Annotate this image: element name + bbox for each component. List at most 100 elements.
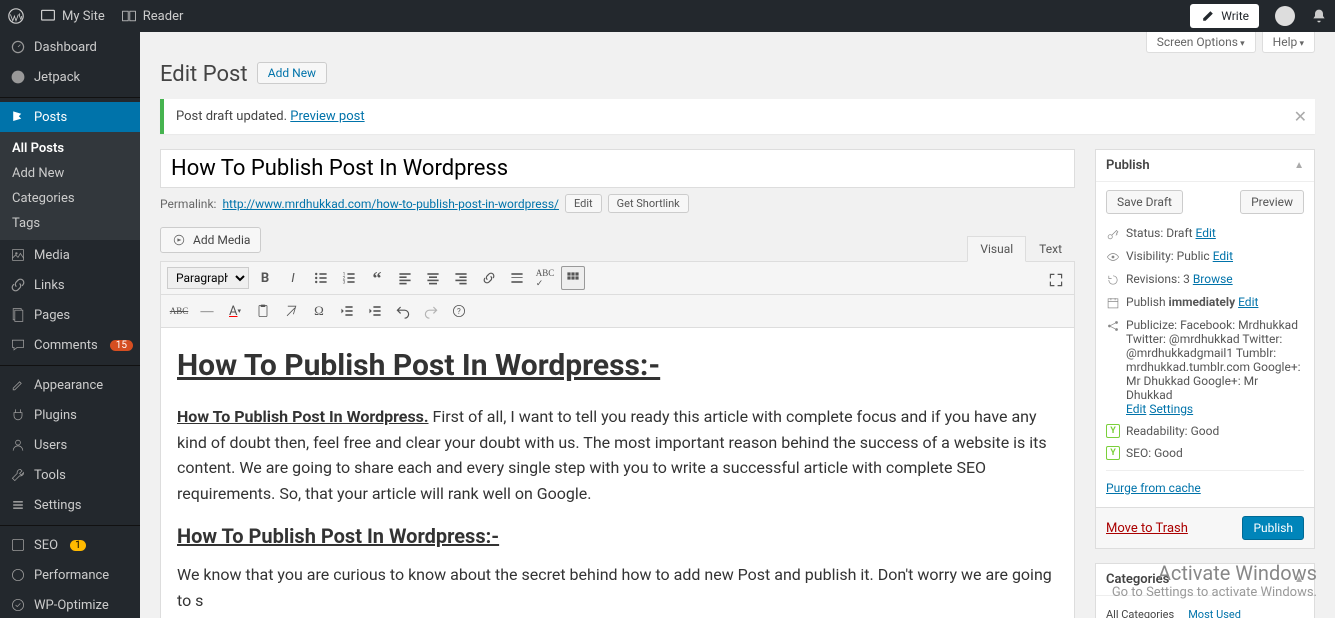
read-more-button[interactable] (505, 266, 529, 290)
content-h2: How To Publish Post In Wordpress:- (177, 520, 1058, 552)
notice-draft-updated: Post draft updated. Preview post ✕ (160, 99, 1315, 134)
write-button[interactable]: Write (1190, 4, 1259, 28)
yoast-readability-icon: Y (1106, 424, 1120, 438)
permalink-url[interactable]: http://www.mrdhukkad.com/how-to-publish-… (222, 197, 559, 211)
my-site-link[interactable]: My Site (40, 8, 105, 24)
sidebar-item-users[interactable]: Users (0, 430, 140, 460)
editor-content[interactable]: How To Publish Post In Wordpress:- How T… (161, 328, 1074, 618)
get-shortlink-button[interactable]: Get Shortlink (608, 194, 689, 213)
yoast-seo-icon: Y (1106, 446, 1120, 460)
sub-tags[interactable]: Tags (0, 211, 140, 236)
sidebar-item-dashboard[interactable]: Dashboard (0, 32, 140, 62)
wp-logo[interactable] (8, 8, 24, 24)
sidebar-item-settings[interactable]: Settings (0, 490, 140, 520)
my-site-label: My Site (62, 9, 105, 24)
svg-text:?: ? (457, 307, 461, 316)
redo-button[interactable] (419, 299, 443, 323)
comments-badge: 15 (110, 340, 133, 351)
notifications-icon[interactable] (1311, 8, 1327, 24)
sub-categories[interactable]: Categories (0, 186, 140, 211)
edit-status-link[interactable]: Edit (1196, 226, 1216, 240)
reader-label: Reader (143, 9, 184, 24)
paste-text-button[interactable] (251, 299, 275, 323)
sidebar-item-seo[interactable]: SEO1 (0, 530, 140, 560)
cat-tab-most-used[interactable]: Most Used (1188, 608, 1241, 618)
edit-publish-link[interactable]: Edit (1238, 295, 1258, 309)
sidebar-item-comments[interactable]: Comments15 (0, 330, 140, 360)
strikethrough-button[interactable]: ABC (167, 299, 191, 323)
dismiss-notice-icon[interactable]: ✕ (1294, 107, 1307, 126)
bullet-list-button[interactable] (309, 266, 333, 290)
publicize-settings-link[interactable]: Settings (1149, 402, 1193, 416)
add-new-button[interactable]: Add New (257, 62, 327, 84)
italic-button[interactable]: I (281, 266, 305, 290)
sidebar-item-wp-optimize[interactable]: WP-Optimize (0, 590, 140, 618)
publish-box: Publish▲ Save Draft Preview Status: Draf… (1095, 149, 1315, 549)
publish-box-header[interactable]: Publish▲ (1096, 150, 1314, 182)
blockquote-button[interactable]: “ (365, 266, 389, 290)
reader-link[interactable]: Reader (121, 8, 184, 24)
edit-permalink-button[interactable]: Edit (565, 194, 602, 213)
permalink-label: Permalink: (160, 197, 216, 211)
fullscreen-icon[interactable] (1044, 268, 1068, 292)
sidebar-item-appearance[interactable]: Appearance (0, 370, 140, 400)
svg-text:3: 3 (343, 280, 346, 286)
posts-submenu: All Posts Add New Categories Tags (0, 132, 140, 240)
help-button[interactable]: ? (447, 299, 471, 323)
sidebar-item-tools[interactable]: Tools (0, 460, 140, 490)
sidebar-item-media[interactable]: Media (0, 240, 140, 270)
screen-options-tab[interactable]: Screen Options (1146, 32, 1256, 53)
outdent-button[interactable] (335, 299, 359, 323)
sidebar-item-plugins[interactable]: Plugins (0, 400, 140, 430)
share-icon (1106, 319, 1120, 333)
indent-button[interactable] (363, 299, 387, 323)
save-draft-button[interactable]: Save Draft (1106, 190, 1183, 214)
edit-visibility-link[interactable]: Edit (1213, 249, 1233, 263)
post-title-input[interactable] (160, 149, 1075, 188)
preview-post-link[interactable]: Preview post (290, 109, 364, 124)
spellcheck-button[interactable]: ABC✓ (533, 266, 557, 290)
sidebar-item-pages[interactable]: Pages (0, 300, 140, 330)
align-right-button[interactable] (449, 266, 473, 290)
publish-button[interactable]: Publish (1242, 516, 1304, 540)
move-to-trash-link[interactable]: Move to Trash (1106, 521, 1188, 536)
chevron-up-icon: ▲ (1294, 160, 1304, 171)
bold-button[interactable]: B (253, 266, 277, 290)
revisions-icon (1106, 273, 1120, 287)
link-button[interactable] (477, 266, 501, 290)
sidebar-item-jetpack[interactable]: Jetpack (0, 62, 140, 92)
sub-add-new[interactable]: Add New (0, 161, 140, 186)
browse-revisions-link[interactable]: Browse (1193, 272, 1233, 286)
add-media-button[interactable]: Add Media (160, 227, 261, 253)
text-tab[interactable]: Text (1026, 236, 1075, 262)
cat-tab-all[interactable]: All Categories (1106, 608, 1174, 618)
toolbar-toggle-button[interactable] (561, 266, 585, 290)
edit-publicize-link[interactable]: Edit (1126, 402, 1146, 416)
categories-box: Categories▲ All Categories Most Used Blo… (1095, 563, 1315, 618)
help-tab[interactable]: Help (1262, 32, 1315, 53)
visual-tab[interactable]: Visual (967, 236, 1026, 262)
align-left-button[interactable] (393, 266, 417, 290)
preview-button[interactable]: Preview (1240, 190, 1304, 214)
clear-format-button[interactable] (279, 299, 303, 323)
undo-button[interactable] (391, 299, 415, 323)
number-list-button[interactable]: 123 (337, 266, 361, 290)
avatar[interactable] (1275, 6, 1295, 26)
text-color-button[interactable]: A▾ (223, 299, 247, 323)
categories-box-header[interactable]: Categories▲ (1096, 564, 1314, 596)
page-title: Edit Post (160, 53, 248, 91)
eye-icon (1106, 250, 1120, 264)
seo-badge: 1 (70, 540, 86, 551)
sidebar-item-links[interactable]: Links (0, 270, 140, 300)
calendar-icon (1106, 296, 1120, 310)
format-select[interactable]: Paragraph (167, 267, 249, 289)
sub-all-posts[interactable]: All Posts (0, 136, 140, 161)
chevron-up-icon: ▲ (1294, 574, 1304, 585)
hr-button[interactable]: — (195, 299, 219, 323)
sidebar-item-performance[interactable]: Performance (0, 560, 140, 590)
align-center-button[interactable] (421, 266, 445, 290)
purge-cache-link[interactable]: Purge from cache (1106, 481, 1201, 495)
special-char-button[interactable]: Ω (307, 299, 331, 323)
sidebar-item-posts[interactable]: Posts (0, 102, 140, 132)
content-h1: How To Publish Post In Wordpress:- (177, 342, 1058, 390)
